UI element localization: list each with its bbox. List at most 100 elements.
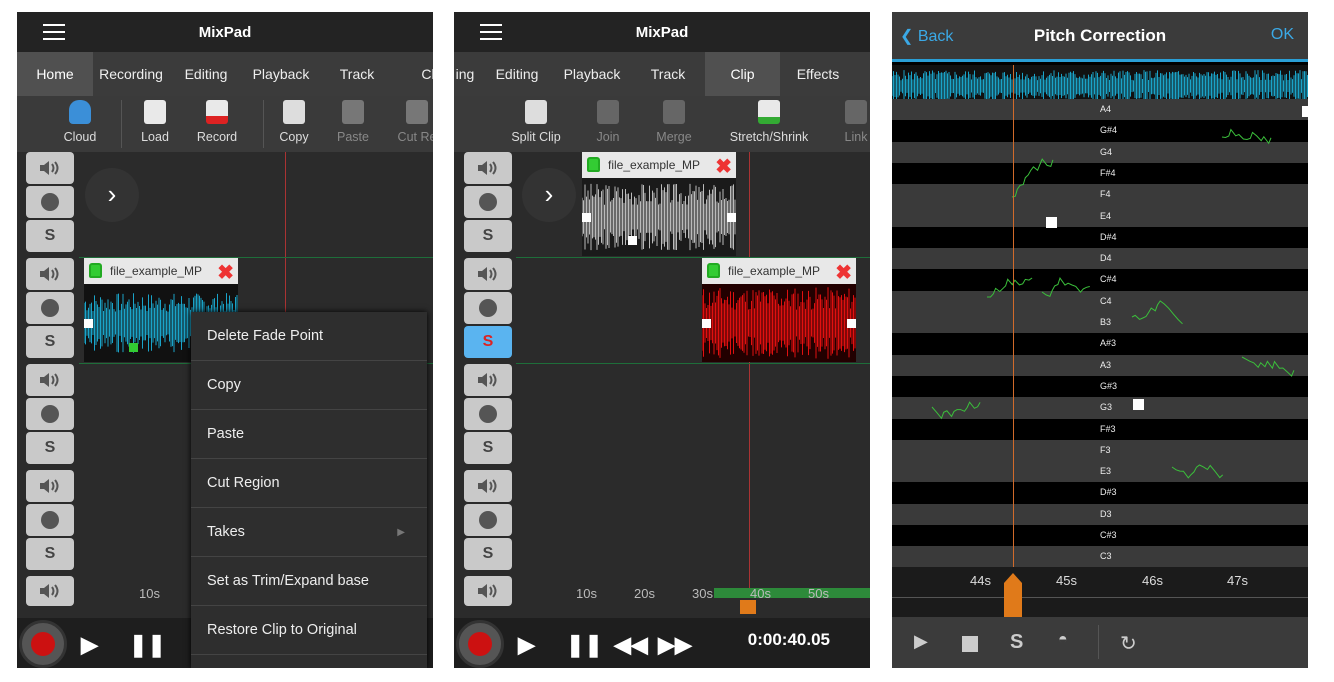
fade-point[interactable] <box>129 343 138 352</box>
ok-button[interactable]: OK <box>1271 26 1294 44</box>
fade-handle[interactable] <box>847 319 856 328</box>
menu-icon[interactable] <box>480 24 502 40</box>
play-icon[interactable]: ▶ <box>81 632 98 658</box>
tab-editing[interactable]: Editing <box>486 52 548 96</box>
track-solo-button[interactable]: S <box>464 220 512 252</box>
track-volume-button[interactable] <box>26 152 74 184</box>
join-button[interactable]: Join <box>578 100 638 144</box>
preview-icon[interactable]: ◓ <box>1058 631 1068 649</box>
record-icon[interactable] <box>19 620 67 668</box>
menu-item-takes[interactable]: Takes ▶ <box>191 508 427 557</box>
stop-icon[interactable] <box>962 636 978 652</box>
track-volume-button[interactable] <box>26 364 74 396</box>
fade-point[interactable] <box>628 236 637 245</box>
track-solo-button[interactable]: S <box>464 538 512 570</box>
tab-track[interactable]: Track <box>638 52 698 96</box>
paste-button[interactable]: Paste <box>323 100 383 144</box>
clip-header[interactable]: file_example_MP ✖ <box>702 258 856 284</box>
cut-region-button[interactable]: Cut Re <box>387 100 433 144</box>
track-record-button[interactable] <box>26 186 74 218</box>
track-record-button[interactable] <box>464 504 512 536</box>
menu-item-delete-fade-point[interactable]: Delete Fade Point <box>191 312 427 361</box>
timeline-ruler[interactable]: 44s 45s 46s 47s <box>892 567 1308 617</box>
tab-playback[interactable]: Playback <box>245 52 317 96</box>
tab-playback[interactable]: Playback <box>556 52 628 96</box>
merge-button[interactable]: Merge <box>644 100 704 144</box>
tab-track[interactable]: Track <box>327 52 387 96</box>
reset-icon[interactable]: ↻ <box>1120 631 1137 656</box>
close-icon[interactable]: ✖ <box>715 154 732 179</box>
track-solo-button[interactable]: S <box>26 432 74 464</box>
track-volume-button[interactable] <box>26 470 74 502</box>
menu-item-copy[interactable]: Copy <box>191 361 427 410</box>
play-icon[interactable]: ▶ <box>518 632 535 658</box>
track-volume-button[interactable] <box>464 152 512 184</box>
rewind-icon[interactable]: ◀◀ <box>614 632 648 658</box>
track-volume-button[interactable] <box>26 258 74 290</box>
track-record-button[interactable] <box>464 186 512 218</box>
pitch-node[interactable] <box>1302 106 1308 117</box>
fade-handle[interactable] <box>84 319 93 328</box>
track-volume-button[interactable] <box>26 576 74 606</box>
track-record-button[interactable] <box>26 398 74 430</box>
track-solo-button[interactable]: S <box>26 538 74 570</box>
cloud-button[interactable]: Cloud <box>50 100 110 144</box>
lock-icon[interactable] <box>89 263 102 278</box>
track-record-button[interactable] <box>464 292 512 324</box>
track-record-button[interactable] <box>464 398 512 430</box>
close-icon[interactable]: ✖ <box>835 260 852 285</box>
clip-waveform-selected[interactable] <box>702 284 856 362</box>
tab-recording[interactable]: Recording <box>93 52 169 96</box>
fade-handle[interactable] <box>727 213 736 222</box>
track-solo-button[interactable]: S <box>26 220 74 252</box>
track-volume-button[interactable] <box>464 470 512 502</box>
menu-item-restore-clip[interactable]: Restore Clip to Original <box>191 606 427 655</box>
menu-icon[interactable] <box>43 24 65 40</box>
split-clip-button[interactable]: Split Clip <box>505 100 567 144</box>
load-button[interactable]: Load <box>125 100 185 144</box>
tab-recording[interactable]: ing <box>454 52 476 96</box>
track-record-button[interactable] <box>26 504 74 536</box>
play-icon[interactable]: ▶ <box>914 631 928 652</box>
playhead-marker[interactable] <box>740 600 756 614</box>
close-icon[interactable]: ✖ <box>217 260 234 285</box>
pitch-node[interactable] <box>1133 399 1144 410</box>
pitch-node[interactable] <box>1046 217 1057 228</box>
fast-forward-icon[interactable]: ▶▶ <box>658 632 692 658</box>
fade-handle[interactable] <box>582 213 591 222</box>
record-button[interactable]: Record <box>187 100 247 144</box>
selection-range[interactable] <box>714 588 870 598</box>
solo-button[interactable]: S <box>1010 631 1023 654</box>
pause-icon[interactable]: ❚❚ <box>129 632 166 658</box>
record-icon[interactable] <box>456 620 504 668</box>
link-button[interactable]: Link <box>826 100 870 144</box>
copy-button[interactable]: Copy <box>264 100 324 144</box>
tab-editing[interactable]: Editing <box>175 52 237 96</box>
track-solo-button-active[interactable]: S <box>464 326 512 358</box>
track-solo-button[interactable]: S <box>464 432 512 464</box>
tab-clip[interactable]: Cl <box>413 52 433 96</box>
track-solo-button[interactable]: S <box>26 326 74 358</box>
playhead-marker[interactable] <box>1004 573 1022 617</box>
clip-header[interactable]: file_example_MP ✖ <box>582 152 736 178</box>
pause-icon[interactable]: ❚❚ <box>566 632 603 658</box>
menu-item-paste[interactable]: Paste <box>191 410 427 459</box>
lock-icon[interactable] <box>707 263 720 278</box>
clip-waveform[interactable] <box>582 178 736 256</box>
track-volume-button[interactable] <box>464 576 512 606</box>
tab-clip[interactable]: Clip <box>705 52 780 96</box>
track-volume-button[interactable] <box>464 258 512 290</box>
track-volume-button[interactable] <box>464 364 512 396</box>
tab-effects[interactable]: Effects <box>784 52 852 96</box>
fade-handle[interactable] <box>702 319 711 328</box>
track-record-button[interactable] <box>26 292 74 324</box>
stretch-shrink-button[interactable]: Stretch/Shrink <box>722 100 816 144</box>
menu-item-cut-region[interactable]: Cut Region <box>191 459 427 508</box>
tab-home[interactable]: Home <box>17 52 93 96</box>
menu-item-set-trim-base[interactable]: Set as Trim/Expand base <box>191 557 427 606</box>
timeline-ruler[interactable]: 10s 20s 30s 40s 50s <box>516 580 870 618</box>
lock-icon[interactable] <box>587 157 600 172</box>
clip-header[interactable]: file_example_MP ✖ <box>84 258 238 284</box>
expand-chevron-icon[interactable]: › <box>85 168 139 222</box>
expand-chevron-icon[interactable]: › <box>522 168 576 222</box>
